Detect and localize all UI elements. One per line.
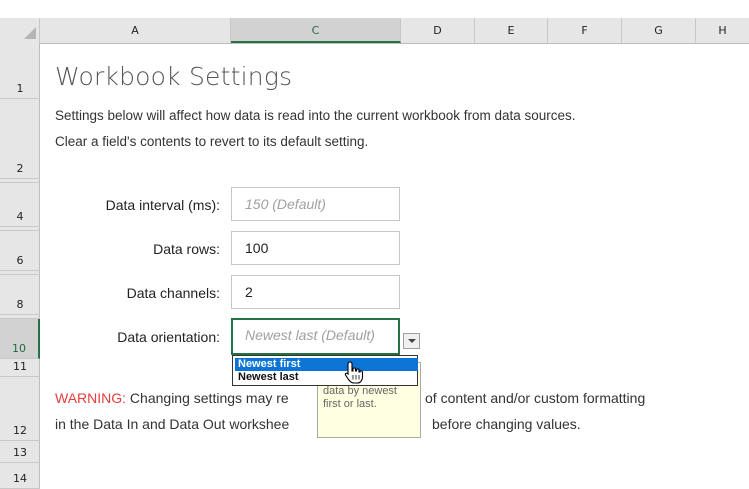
select-all-triangle-icon — [24, 27, 36, 39]
row-header-10[interactable]: 10 — [0, 319, 40, 359]
column-header-d[interactable]: D — [401, 18, 475, 43]
warning-text-1a: Changing settings may re — [126, 390, 289, 406]
warning-prefix: WARNING: — [55, 390, 127, 406]
row-header-1[interactable]: 1 — [0, 43, 40, 99]
data-orientation-label: Data orientation: — [117, 329, 220, 345]
row-header-6[interactable]: 6 — [0, 231, 40, 271]
data-interval-label: Data interval (ms): — [105, 197, 220, 213]
warning-line-1: WARNING: Changing settings may re — [55, 390, 289, 406]
dropdown-list[interactable]: Newest first Newest last — [232, 355, 418, 386]
description-line-1: Settings below will affect how data is r… — [55, 108, 576, 123]
warning-text-1b: of content and/or custom formatting — [425, 390, 646, 406]
tooltip-text: data by newest first or last. — [323, 385, 397, 410]
row-header-8[interactable]: 8 — [0, 275, 40, 315]
row-header-11[interactable]: 11 — [0, 359, 40, 377]
warning-text-2b: before changing values. — [432, 416, 581, 432]
dropdown-arrow-icon[interactable] — [403, 333, 420, 349]
description-line-2: Clear a field's contents to revert to it… — [55, 134, 369, 149]
data-interval-field[interactable]: 150 (Default) — [231, 187, 400, 221]
row-header-2[interactable]: 2 — [0, 99, 40, 179]
option-newest-last[interactable]: Newest last — [235, 371, 418, 384]
row-header-14[interactable]: 14 — [0, 463, 40, 489]
row-header-4[interactable]: 4 — [0, 183, 40, 227]
page-title: Workbook Settings — [55, 62, 293, 91]
data-channels-field[interactable]: 2 — [231, 275, 400, 309]
warning-text-2a: in the Data In and Data Out workshee — [55, 416, 290, 432]
column-header-h[interactable]: H — [696, 18, 749, 43]
data-channels-label: Data channels: — [126, 285, 220, 301]
column-header-c[interactable]: C — [231, 18, 401, 43]
column-header-f[interactable]: F — [548, 18, 622, 43]
data-rows-label: Data rows: — [153, 241, 220, 257]
column-header-e[interactable]: E — [475, 18, 548, 43]
option-newest-first[interactable]: Newest first — [235, 358, 418, 371]
row-header-13[interactable]: 13 — [0, 441, 40, 463]
data-orientation-field[interactable]: Newest last (Default) — [231, 318, 400, 355]
column-header-a[interactable]: A — [40, 18, 231, 43]
column-header-g[interactable]: G — [622, 18, 696, 43]
row-header-12[interactable]: 12 — [0, 377, 40, 441]
data-rows-field[interactable]: 100 — [231, 231, 400, 265]
hand-pointer-icon — [344, 361, 364, 384]
